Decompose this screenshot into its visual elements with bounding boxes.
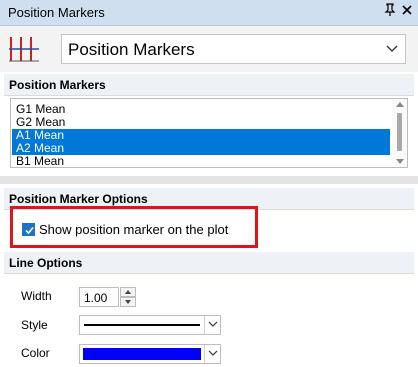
spin-up-button[interactable] bbox=[120, 287, 136, 297]
chevron-down-icon bbox=[385, 41, 399, 55]
position-markers-section-header: Position Markers bbox=[4, 74, 414, 96]
width-spinner[interactable] bbox=[120, 287, 136, 307]
position-markers-icon bbox=[8, 34, 42, 64]
section-title: Position Marker Options bbox=[9, 192, 148, 206]
panel-type-dropdown[interactable]: Position Markers bbox=[61, 34, 406, 64]
line-options-section-header: Line Options bbox=[4, 252, 414, 274]
chevron-down-icon[interactable] bbox=[204, 316, 221, 334]
scroll-up-icon[interactable] bbox=[396, 102, 404, 107]
width-label: Width bbox=[21, 289, 52, 303]
line-style-preview bbox=[84, 324, 200, 326]
section-title: Line Options bbox=[9, 256, 83, 270]
line-color-dropdown[interactable] bbox=[79, 344, 221, 364]
list-item[interactable]: B1 Mean bbox=[12, 155, 390, 168]
list-item[interactable]: A1 Mean bbox=[12, 129, 390, 142]
show-marker-label[interactable]: Show position marker on the plot bbox=[39, 222, 228, 237]
list-item[interactable]: G1 Mean bbox=[12, 103, 390, 116]
width-input[interactable]: 1.00 bbox=[79, 287, 119, 307]
panel-type-value: Position Markers bbox=[68, 40, 195, 59]
panel-title-bar: Position Markers bbox=[0, 0, 418, 26]
panel-selector-row: Position Markers bbox=[0, 26, 418, 72]
spin-up-icon bbox=[125, 290, 131, 294]
panel-title: Position Markers bbox=[8, 5, 105, 20]
close-icon[interactable] bbox=[401, 3, 413, 19]
style-label: Style bbox=[21, 318, 48, 332]
show-marker-checkbox[interactable] bbox=[22, 223, 35, 236]
pin-icon[interactable] bbox=[384, 3, 396, 20]
width-value: 1.00 bbox=[84, 291, 108, 305]
spin-down-icon bbox=[125, 300, 131, 304]
line-style-dropdown[interactable] bbox=[79, 315, 221, 335]
scroll-down-icon[interactable] bbox=[396, 159, 404, 164]
list-item[interactable]: A2 Mean bbox=[12, 142, 390, 155]
color-swatch bbox=[83, 348, 201, 360]
list-item[interactable]: G2 Mean bbox=[12, 116, 390, 129]
chevron-down-icon[interactable] bbox=[204, 345, 221, 363]
color-label: Color bbox=[21, 346, 50, 360]
panel-splitter[interactable] bbox=[0, 176, 418, 184]
spin-down-button[interactable] bbox=[120, 297, 136, 307]
scrollbar-thumb[interactable] bbox=[397, 113, 402, 151]
position-markers-list[interactable]: G1 Mean G2 Mean A1 Mean A2 Mean B1 Mean bbox=[10, 98, 408, 168]
section-title: Position Markers bbox=[9, 78, 106, 92]
list-scrollbar[interactable] bbox=[392, 99, 407, 167]
